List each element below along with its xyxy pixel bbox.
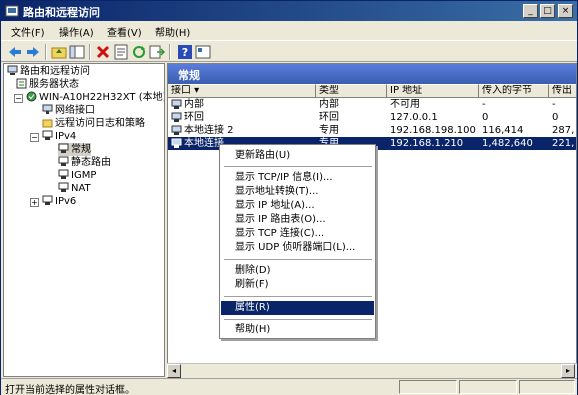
column-ip[interactable]: IP 地址 (387, 84, 479, 98)
folder-icon (42, 119, 53, 128)
general-icon (58, 143, 69, 153)
column-bytes-out[interactable]: 传出 (549, 84, 576, 98)
tree-item-ipv6[interactable]: IPv6 (42, 195, 76, 208)
up-folder-icon[interactable] (51, 44, 67, 60)
minimize-button[interactable]: _ (523, 4, 538, 18)
expand-ipv6-toggle[interactable]: + (30, 198, 39, 207)
menu-file[interactable]: 文件(F) (11, 24, 45, 39)
tree-item-server[interactable]: WIN-A10H22H32XT (本地) (26, 91, 164, 104)
menu-item-show-ip-address[interactable]: 显示 IP 地址(A)... (221, 199, 374, 213)
window-title: 路由和远程访问 (23, 6, 100, 19)
menu-item-help[interactable]: 帮助(H) (221, 323, 374, 337)
interface-icon (171, 138, 182, 148)
forward-icon[interactable] (25, 44, 41, 60)
export-list-icon[interactable] (149, 44, 165, 60)
show-hide-tree-icon[interactable] (69, 44, 85, 60)
menu-item-properties[interactable]: 属性(R) (221, 301, 374, 315)
delete-icon[interactable] (95, 44, 111, 60)
menu-item-show-udp-listeners[interactable]: 显示 UDP 侦听器端口(L)... (221, 241, 374, 255)
network-icon (42, 104, 53, 114)
status-pane (519, 380, 575, 394)
interface-icon (171, 99, 182, 109)
tree-item-root[interactable]: 路由和远程访问 (7, 65, 90, 78)
title-bar[interactable]: 路由和远程访问 _ □ × (1, 1, 577, 21)
ipv6-icon (42, 195, 53, 205)
interface-icon (171, 112, 182, 122)
server-icon (26, 91, 37, 102)
collapse-server-toggle[interactable]: − (14, 94, 23, 103)
scroll-left-arrow[interactable]: ◂ (167, 364, 181, 378)
menu-item-update-routes[interactable]: 更新路由(U) (221, 149, 374, 163)
nat-icon (58, 182, 69, 192)
tree-item-server-status[interactable]: 服务器状态 (16, 78, 79, 91)
menu-item-show-tcp-connections[interactable]: 显示 TCP 连接(C)... (221, 227, 374, 241)
table-row[interactable]: 本地连接 2 专用 192.168.198.100 116,414 287, (168, 124, 576, 137)
igmp-icon (58, 169, 69, 179)
menu-item-show-ip-routes[interactable]: 显示 IP 路由表(O)... (221, 213, 374, 227)
tree-item-network-interfaces[interactable]: 网络接口 (42, 104, 95, 117)
table-row[interactable]: 环回 环回 127.0.0.1 0 0 (168, 111, 576, 124)
routing-icon (7, 65, 18, 75)
details-header: 常规 (168, 64, 576, 84)
column-type[interactable]: 类型 (316, 84, 387, 98)
scroll-right-arrow[interactable]: ▸ (561, 364, 575, 378)
tree-item-igmp[interactable]: IGMP (58, 169, 96, 182)
tree-item-remote-log[interactable]: 远程访问日志和策略 (42, 117, 145, 130)
properties-icon[interactable] (113, 44, 129, 60)
tree-item-static-routes[interactable]: 静态路由 (58, 156, 111, 169)
menu-item-refresh[interactable]: 刷新(F) (221, 278, 374, 292)
tree-item-ipv4[interactable]: IPv4 (42, 130, 76, 143)
context-menu: 更新路由(U) 显示 TCP/IP 信息(I)... 显示地址转换(T)... … (219, 144, 376, 339)
menu-item-show-tcpip[interactable]: 显示 TCP/IP 信息(I)... (221, 171, 374, 185)
maximize-button[interactable]: □ (540, 4, 555, 18)
server-status-icon (16, 78, 27, 89)
tree-item-nat[interactable]: NAT (58, 182, 91, 195)
menu-item-show-nat[interactable]: 显示地址转换(T)... (221, 185, 374, 199)
collapse-ipv4-toggle[interactable]: − (30, 133, 39, 142)
menu-item-delete[interactable]: 删除(D) (221, 264, 374, 278)
console-tree: 路由和远程访问 服务器状态 − WIN-A10H22H32XT (本地) 网络接… (3, 63, 165, 377)
app-icon (5, 5, 19, 17)
close-button[interactable]: × (558, 4, 573, 18)
status-bar: 打开当前选择的属性对话框。 (1, 378, 577, 395)
column-interface[interactable]: 接口 ▾ (168, 84, 316, 98)
app-window: 路由和远程访问 _ □ × 文件(F) 操作(A) 查看(V) 帮助(H) ? … (0, 0, 578, 395)
static-route-icon (58, 156, 69, 166)
interface-icon (171, 125, 182, 135)
ipv4-icon (42, 130, 53, 140)
column-bytes-in[interactable]: 传入的字节 (479, 84, 549, 98)
status-pane (399, 380, 457, 394)
horizontal-scrollbar[interactable]: ◂ ▸ (167, 363, 577, 378)
menu-bar: 文件(F) 操作(A) 查看(V) 帮助(H) (1, 21, 577, 40)
status-text: 打开当前选择的属性对话框。 (5, 385, 135, 395)
column-header-row: 接口 ▾ 类型 IP 地址 传入的字节 传出 (168, 84, 576, 98)
refresh-icon[interactable] (131, 44, 147, 60)
svg-text:?: ? (182, 46, 188, 59)
help-icon[interactable]: ? (177, 44, 193, 60)
toolbar: ? (1, 40, 577, 62)
table-row[interactable]: 内部 内部 不可用 - - (168, 98, 576, 111)
tree-item-general[interactable]: 常规 (58, 143, 91, 156)
back-icon[interactable] (7, 44, 23, 60)
status-pane (459, 380, 517, 394)
menu-action[interactable]: 操作(A) (59, 24, 94, 39)
menu-help[interactable]: 帮助(H) (155, 24, 190, 39)
console-icon[interactable] (195, 44, 211, 60)
menu-view[interactable]: 查看(V) (107, 24, 142, 39)
